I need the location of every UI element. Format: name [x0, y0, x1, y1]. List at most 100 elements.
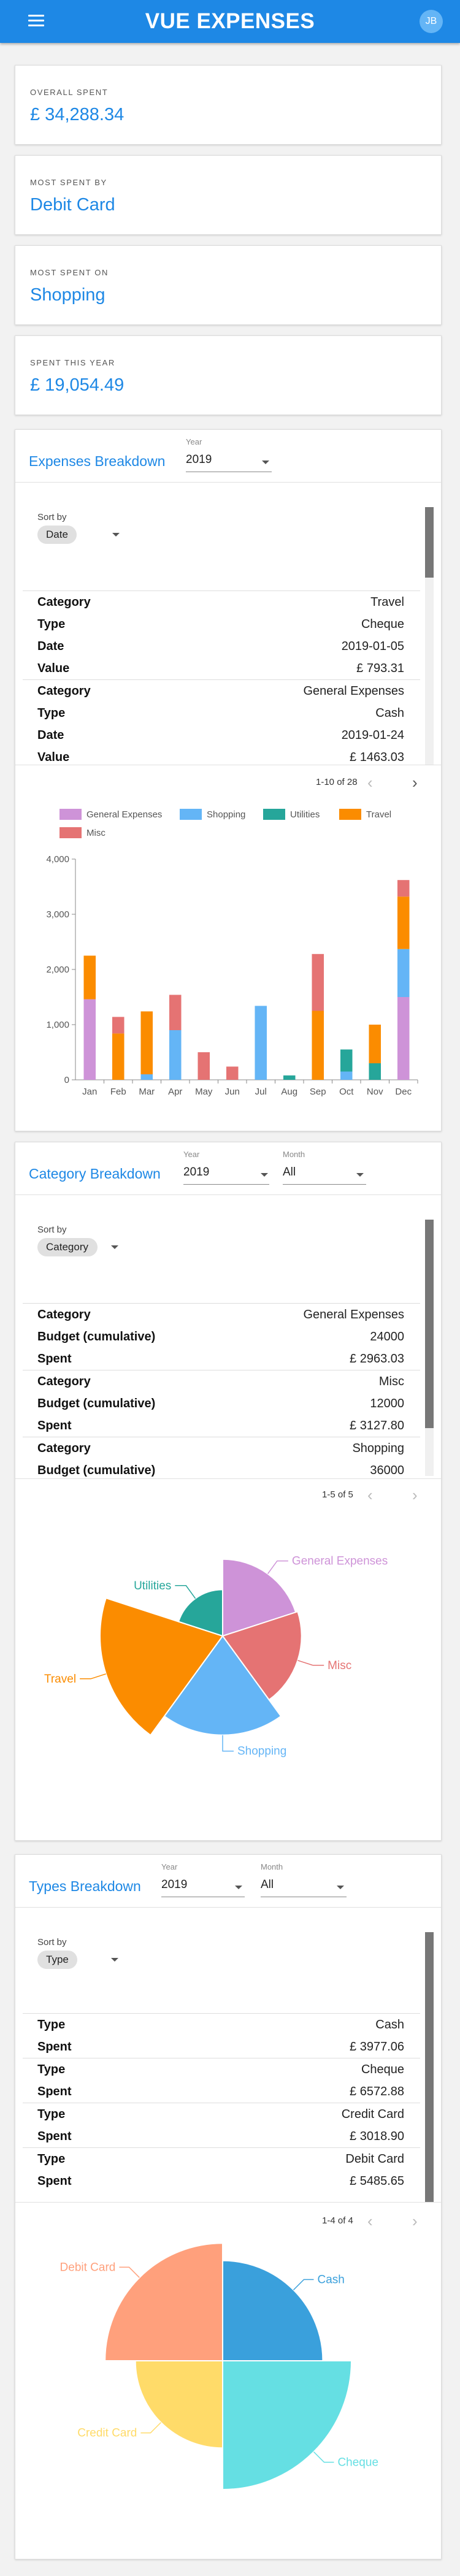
list-item[interactable]: Category General Expenses Budget (cumulat… [23, 1303, 420, 1370]
bar-segment [369, 1063, 381, 1080]
stat-card-most-spent-on: MOST SPENT ON Shopping [15, 245, 442, 325]
list-item[interactable]: Type Debit Card Spent £ 5485.65 [23, 2147, 420, 2192]
stat-label: MOST SPENT BY [30, 178, 107, 187]
chevron-down-icon[interactable] [262, 461, 269, 464]
sort-chip[interactable]: Type [37, 1951, 77, 1969]
chevron-left-icon[interactable]: ‹ [367, 1487, 373, 1503]
bar-segment [397, 949, 410, 997]
x-tick-label: Sep [310, 1087, 326, 1097]
list-item[interactable]: Category Shopping Budget (cumulative) 3600… [23, 1437, 420, 1478]
bar-segment [140, 1074, 153, 1080]
stat-value: £ 34,288.34 [30, 105, 125, 124]
chevron-down-icon[interactable] [261, 1173, 268, 1177]
table-row: Budget (cumulative) 12000 [37, 1396, 404, 1410]
chevron-down-icon[interactable] [112, 533, 120, 537]
list-item[interactable]: Category Travel Type Cheque Date 2019-01-05… [23, 590, 420, 679]
chevron-down-icon[interactable] [356, 1173, 364, 1177]
list-item[interactable]: Category General Expenses Type Cash Date 20… [23, 679, 420, 762]
bar-segment [169, 1030, 182, 1080]
select-underline [183, 1184, 269, 1185]
list-item[interactable]: Type Cash Spent £ 3977.06 [23, 2013, 420, 2058]
sort-label: Sort by [37, 512, 67, 522]
bar-segment [112, 1017, 125, 1034]
x-tick-label: Feb [110, 1087, 126, 1097]
sort-chip[interactable]: Date [37, 526, 77, 544]
month-select[interactable]: All [261, 1878, 274, 1892]
chevron-down-icon[interactable] [235, 1886, 242, 1889]
chevron-right-icon[interactable]: › [412, 1487, 418, 1503]
x-tick-label: Aug [281, 1087, 297, 1097]
chevron-down-icon[interactable] [111, 1958, 118, 1962]
scrollbar-thumb[interactable] [425, 507, 434, 578]
scrollbar-thumb[interactable] [425, 1220, 434, 1428]
bar-segment [83, 955, 96, 999]
legend-label: Misc [86, 828, 105, 838]
panel-title: Types Breakdown [29, 1878, 141, 1894]
legend-swatch [59, 827, 82, 838]
types-list: Type Cash Spent £ 3977.06 Type Cheque Spent… [23, 2013, 420, 2195]
sort-label: Sort by [37, 1225, 67, 1235]
chevron-left-icon[interactable]: ‹ [367, 2213, 373, 2229]
year-select[interactable]: 2019 [183, 1166, 209, 1179]
slice-label: Cheque [337, 2456, 378, 2469]
table-row: Category Travel [37, 595, 404, 609]
panel-title: Expenses Breakdown [29, 453, 166, 469]
list-scrollbar[interactable] [425, 1220, 434, 1476]
table-row: Spent £ 3977.06 [37, 2039, 404, 2054]
bar-segment [397, 880, 410, 897]
pagination-text: 1-10 of 28 [316, 777, 358, 787]
chart-slice [104, 2242, 223, 2361]
scrollbar-thumb[interactable] [425, 1932, 434, 2202]
table-row: Date 2019-01-05 [37, 639, 404, 653]
slice-label: General Expenses [292, 1555, 388, 1568]
app-title: VUE EXPENSES [145, 9, 315, 33]
slice-label: Misc [328, 1659, 351, 1672]
slice-label-leader [140, 2422, 161, 2434]
table-row: Value £ 793.31 [37, 661, 404, 675]
table-row: Type Cash [37, 2017, 404, 2031]
chevron-down-icon[interactable] [111, 1245, 118, 1249]
bar-segment [112, 1033, 125, 1080]
table-row: Category General Expenses [37, 684, 404, 698]
category-breakdown-card: Category Breakdown Year 2019 Month All S… [15, 1142, 442, 1841]
list-item[interactable]: Category Misc Budget (cumulative) 12000 Sp… [23, 1370, 420, 1437]
bar-segment [397, 997, 410, 1080]
chevron-left-icon[interactable]: ‹ [367, 774, 373, 790]
table-row: Spent £ 3127.80 [37, 1418, 404, 1432]
divider [15, 2202, 441, 2203]
year-label: Year [183, 1150, 200, 1159]
legend-label: Shopping [207, 809, 245, 820]
table-row: Value £ 1463.03 [37, 750, 404, 763]
slice-label: Credit Card [77, 2427, 137, 2440]
table-row: Category Misc [37, 1374, 404, 1388]
list-item[interactable]: Type Credit Card Spent £ 3018.90 [23, 2103, 420, 2147]
divider [15, 482, 441, 483]
sort-chip[interactable]: Category [37, 1238, 98, 1256]
table-row: Type Cash [37, 706, 404, 720]
legend-label: Utilities [290, 809, 320, 820]
list-item[interactable]: Type Cheque Spent £ 6572.88 [23, 2058, 420, 2103]
y-tick-label: 4,000 [46, 854, 69, 865]
list-scrollbar[interactable] [425, 1932, 434, 2202]
chevron-down-icon[interactable] [337, 1886, 344, 1889]
year-select[interactable]: 2019 [161, 1878, 187, 1892]
avatar[interactable]: JB [420, 10, 443, 33]
table-row: Type Cheque [37, 2062, 404, 2076]
bar-segment [312, 1011, 324, 1080]
stat-value: £ 19,054.49 [30, 375, 125, 395]
chart-slices: Cash Cheque Credit Card Debit Card [60, 2242, 378, 2491]
year-select[interactable]: 2019 [186, 453, 212, 467]
chevron-right-icon[interactable]: › [412, 774, 418, 790]
list-scrollbar[interactable] [425, 507, 434, 765]
chevron-right-icon[interactable]: › [412, 2213, 418, 2229]
bar-segment [83, 999, 96, 1080]
month-select[interactable]: All [283, 1166, 296, 1179]
x-tick-label: Jun [225, 1087, 240, 1097]
chart-slices: General Expenses Misc Shopping Travel Utilit… [44, 1555, 388, 1758]
x-tick-label: Mar [139, 1087, 155, 1097]
month-label: Month [283, 1150, 305, 1159]
table-row: Date 2019-01-24 [37, 728, 404, 742]
year-label: Year [161, 1862, 178, 1871]
expenses-breakdown-card: Expenses Breakdown Year 2019 Sort by Dat… [15, 429, 442, 1131]
stat-label: SPENT THIS YEAR [30, 358, 115, 367]
